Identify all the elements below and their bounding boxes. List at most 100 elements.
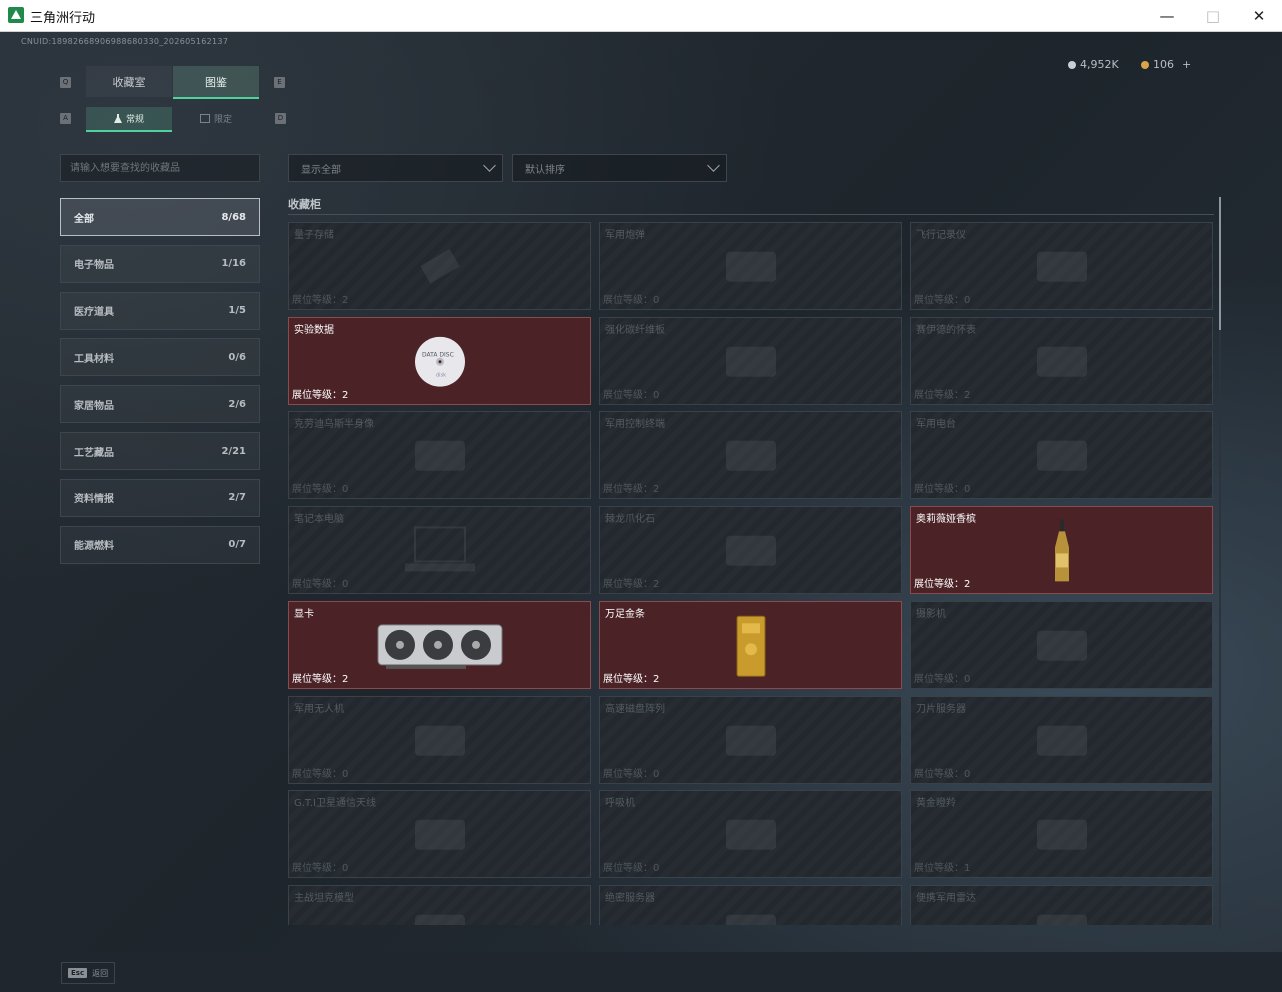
collection-card[interactable]: 显卡 展位等级：2 [288,600,591,689]
usb-drive-icon [415,246,465,290]
item-display-level: 展位等级：0 [603,768,660,780]
collection-card[interactable]: 军用无人机 展位等级：0 [288,695,591,784]
scrollbar-thumb[interactable] [1219,197,1221,330]
collection-card[interactable]: 强化碳纤维板 展位等级：0 [599,316,902,405]
collection-card[interactable]: 万足金条 展位等级：2 [599,600,902,689]
tab-collection-room[interactable]: 收藏室 [86,66,172,97]
svg-text:disk: disk [436,372,446,378]
search-input[interactable] [61,155,259,181]
collection-card[interactable]: 呼吸机 展位等级：0 [599,790,902,879]
collection-card[interactable]: G.T.I卫星通信天线 展位等级：0 [288,790,591,879]
collection-card[interactable]: 棘龙爪化石 展位等级：2 [599,506,902,595]
item-display-level: 展位等级：0 [292,484,349,496]
subtab-prev-key[interactable]: A [60,113,71,124]
collection-card[interactable]: 绝密服务器 [599,884,902,925]
shell-icon [716,242,786,296]
collection-card[interactable]: 主战坦克模型 [288,884,591,925]
collection-card[interactable]: 刀片服务器 展位等级：0 [910,695,1213,784]
maximize-button[interactable]: □ [1190,0,1236,31]
category-label: 家居物品 [74,400,114,412]
category-item[interactable]: 资料情报 2/7 [60,478,260,517]
minimize-button[interactable]: — [1144,0,1190,31]
category-item[interactable]: 能源燃料 0/7 [60,525,260,564]
item-name: 实验数据 [294,324,334,336]
category-count: 2/7 [228,492,246,504]
category-label: 医疗道具 [74,307,114,319]
item-name: 呼吸机 [605,798,635,810]
sort-value: 默认排序 [525,164,565,176]
section-title: 收藏柜 [288,198,321,211]
tab-label: 收藏室 [112,75,146,89]
laptop-icon [400,524,480,583]
item-display-level: 展位等级：0 [292,768,349,780]
tab-next-key[interactable]: E [274,77,285,88]
add-currency-button[interactable]: + [1182,58,1191,71]
esc-key: Esc [68,968,88,978]
collection-card[interactable]: 高速磁盘阵列 展位等级：0 [599,695,902,784]
collection-card[interactable]: 军用炮弹 展位等级：0 [599,222,902,310]
subtab-limited[interactable]: 限定 [173,107,259,130]
collection-card[interactable]: 克劳迪乌斯半身像 展位等级：0 [288,411,591,500]
back-label: 返回 [92,968,109,978]
subtab-next-key[interactable]: D [275,113,286,124]
tab-prev-key[interactable]: Q [60,77,71,88]
item-name: 摄影机 [916,608,946,620]
carbon-plate-icon [716,336,786,390]
item-name: 高速磁盘阵列 [605,703,665,715]
collection-card[interactable]: 飞行记录仪 展位等级：0 [910,222,1213,310]
item-name: 显卡 [294,608,314,620]
category-item[interactable]: 电子物品 1/16 [60,244,260,283]
bust-icon [405,431,475,485]
server-icon [716,905,786,925]
collection-card[interactable]: 军用电台 展位等级：0 [910,411,1213,500]
cnuid-text: CNUID:18982668906988680330_202605162137 [21,37,229,46]
item-name: 奥莉薇娅香槟 [916,514,976,526]
champagne-bottle-icon [1051,519,1073,587]
radio-icon [1027,431,1097,485]
item-display-level: 展位等级：2 [914,579,971,591]
item-display-level: 展位等级：2 [914,389,971,401]
category-item[interactable]: 工艺藏品 2/21 [60,432,260,470]
collection-card[interactable]: 赛伊德的怀表 展位等级：2 [910,316,1213,405]
item-display-level: 展位等级：0 [292,863,349,875]
item-name: 量子存储 [294,230,334,241]
ventilator-icon [716,810,786,864]
tank-model-icon [405,905,475,925]
category-item[interactable]: 全部 8/68 [60,198,260,236]
display-filter-dropdown[interactable]: 显示全部 [288,154,503,182]
item-name: 万足金条 [605,608,645,620]
collection-card[interactable]: 奥莉薇娅香槟 展位等级：2 [910,506,1213,595]
item-name: 军用控制终端 [605,419,665,431]
tab-label: 图鉴 [205,75,227,89]
subtab-label: 限定 [213,115,232,125]
close-button[interactable]: ✕ [1236,0,1282,31]
blade-server-icon [1027,715,1097,769]
tab-catalog[interactable]: 图鉴 [173,66,259,99]
collection-grid: 量子存储 展位等级：2 军用炮弹 展位等级：0 飞行记录仪 展位等级：0 实验数据 DATA … [288,222,1213,925]
item-name: 便携军用雷达 [916,892,976,904]
collection-card[interactable]: 笔记本电脑 展位等级：0 [288,506,591,595]
collection-card[interactable]: 黄金瞪羚 展位等级：1 [910,790,1213,879]
collection-card[interactable]: 军用控制终端 展位等级：2 [599,411,902,500]
category-item[interactable]: 医疗道具 1/5 [60,291,260,330]
collection-card[interactable]: 实验数据 DATA DISC disk 展位等级：2 [288,316,591,405]
item-name: 强化碳纤维板 [605,324,665,336]
pocket-watch-icon [1027,336,1097,390]
back-button[interactable]: Esc 返回 [61,962,115,984]
collection-card[interactable]: 量子存储 展位等级：2 [288,222,591,310]
category-label: 全部 [74,213,94,225]
bottom-bar [0,952,1282,992]
chevron-down-icon [707,159,720,172]
item-display-level: 展位等级：2 [292,389,349,401]
category-count: 0/6 [228,351,246,363]
item-name: 赛伊德的怀表 [916,324,976,336]
sort-dropdown[interactable]: 默认排序 [512,154,727,182]
subtab-regular[interactable]: 常规 [86,107,172,132]
collection-card[interactable]: 便携军用雷达 [910,884,1213,925]
search-box[interactable] [60,154,260,182]
collection-card[interactable]: 摄影机 展位等级：0 [910,600,1213,689]
cd-disc-icon: DATA DISC disk [412,336,468,390]
item-display-level: 展位等级：2 [603,484,660,496]
category-item[interactable]: 家居物品 2/6 [60,385,260,424]
category-item[interactable]: 工具材料 0/6 [60,338,260,377]
